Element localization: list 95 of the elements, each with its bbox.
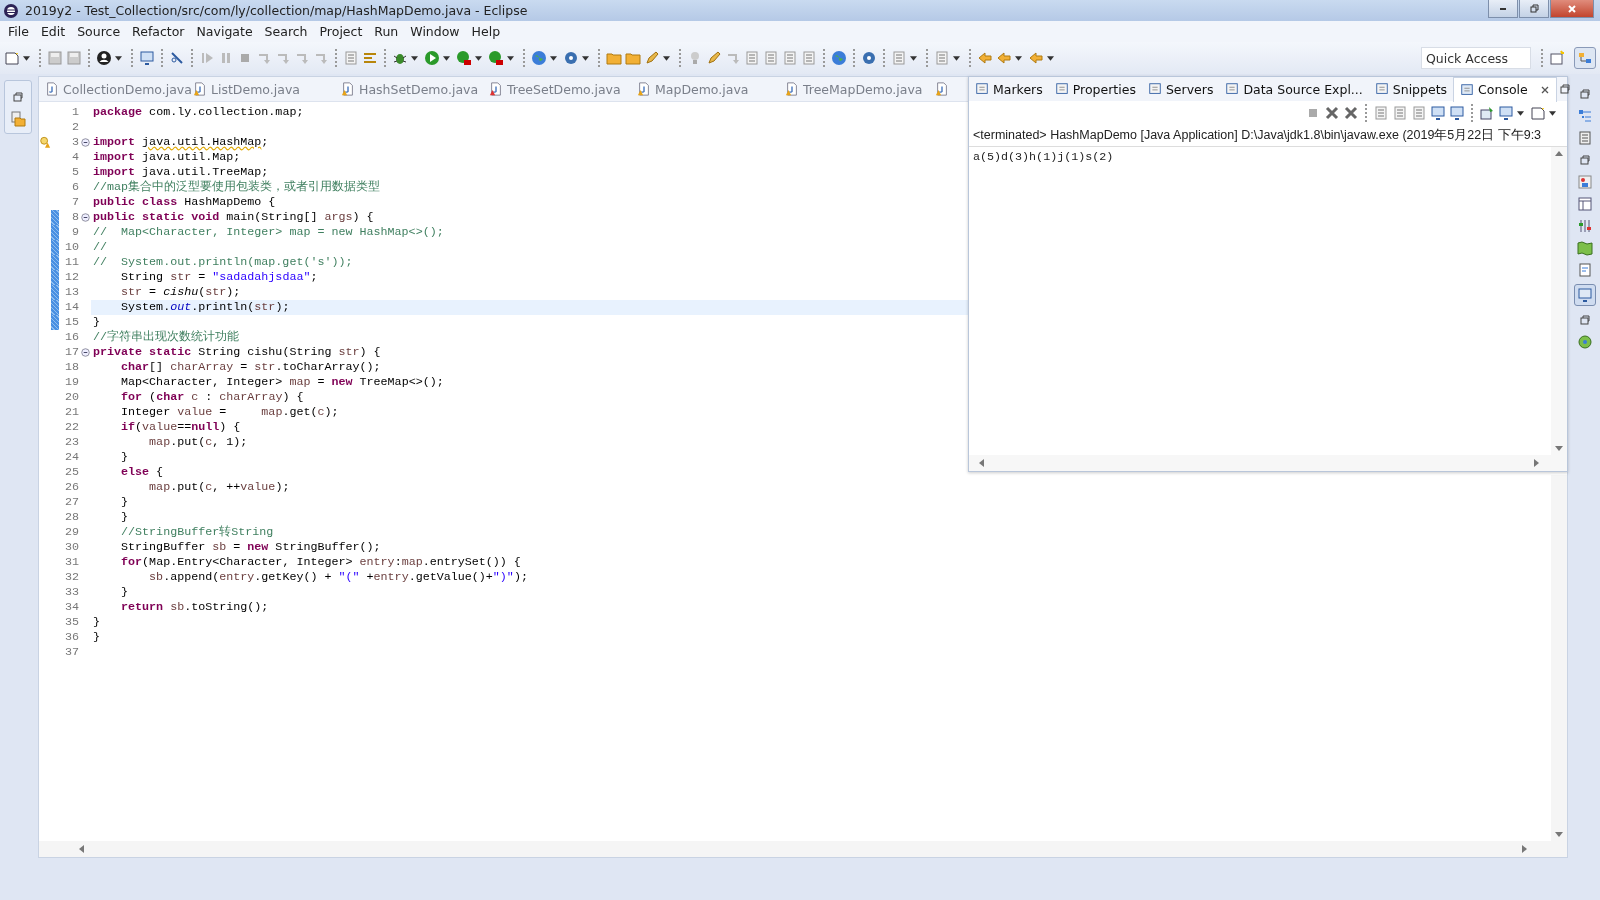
code-line: } (120, 585, 129, 600)
code-line: //StringBuffer转String (120, 525, 274, 540)
line-number: 16 (63, 330, 79, 345)
code-line: //map集合中的泛型要使用包装类，或者引用数据类型 (92, 180, 381, 195)
line-number: 7 (71, 195, 79, 210)
editor-tab[interactable]: HashSetDemo.java (335, 77, 483, 101)
menu-item[interactable]: Project (315, 24, 371, 39)
code-line: StringBuffer sb = new StringBuffer(); (120, 540, 381, 555)
line-number: 4 (71, 150, 79, 165)
line-number: 25 (63, 465, 79, 480)
line-number: 8 (71, 210, 79, 225)
line-number: 27 (63, 495, 79, 510)
code-line: Map<Character, Integer> map = new TreeMap<>(); (120, 375, 444, 390)
line-number: 29 (63, 525, 79, 540)
view-tab[interactable]: Console (1453, 76, 1557, 102)
line-number: 10 (63, 240, 79, 255)
view-tab[interactable]: Snippets (1368, 77, 1454, 101)
code-line: } (120, 495, 129, 510)
code-line: public static void main(String[] args) { (92, 210, 374, 225)
line-number: 6 (71, 180, 79, 195)
line-number: 23 (63, 435, 79, 450)
view-tab[interactable]: Markers (969, 77, 1049, 101)
line-number: 15 (63, 315, 79, 330)
code-line: sb.append(entry.getKey() + "(" +entry.getValue()+")"); (148, 570, 528, 585)
menu-item[interactable]: Refactor (128, 24, 193, 39)
line-number: 2 (71, 120, 79, 135)
line-number: 3 (71, 135, 79, 150)
line-number: 28 (63, 510, 79, 525)
line-number: 33 (63, 585, 79, 600)
console-output: a(5)d(3)h(1)j(1)s(2) (972, 149, 1115, 166)
line-number: 26 (63, 480, 79, 495)
code-line: // Map<Character, Integer> map = new HashMap<>(); (92, 225, 444, 240)
line-number: 30 (63, 540, 79, 555)
line-number: 35 (63, 615, 79, 630)
console-header: <terminated> HashMapDemo [Java Application] D:\Java\jdk1.8\bin\javaw.exe (2019年5月22日 下午9:3 (969, 125, 1567, 147)
code-line: } (120, 450, 129, 465)
editor-tab[interactable]: MapDemo.java (631, 77, 779, 101)
code-line: str = cishu(str); (120, 285, 241, 300)
code-line: else { (120, 465, 164, 480)
code-line: import java.util.HashMap; (92, 135, 269, 150)
line-number: 19 (63, 375, 79, 390)
line-number: 17 (63, 345, 79, 360)
line-number: 31 (63, 555, 79, 570)
code-line: map.put(c, 1); (148, 435, 248, 450)
code-line: char[] charArray = str.toCharArray(); (120, 360, 381, 375)
line-number: 22 (63, 420, 79, 435)
line-number: 21 (63, 405, 79, 420)
view-tab[interactable]: Data Source Expl... (1219, 77, 1369, 101)
menu-item[interactable]: Run (370, 24, 407, 39)
menu-item[interactable]: Window (406, 24, 468, 39)
menu-item[interactable]: Help (467, 24, 509, 39)
quick-access-field[interactable]: Quick Access (1421, 47, 1531, 69)
code-line: import java.util.Map; (92, 150, 241, 165)
line-number: 13 (63, 285, 79, 300)
code-line: //字符串出现次数统计功能 (92, 330, 240, 345)
code-line: } (92, 315, 100, 330)
line-number: 18 (63, 360, 79, 375)
code-line: for(Map.Entry<Character, Integer> entry:map.entrySet()) { (120, 555, 521, 570)
code-line: public class HashMapDemo { (92, 195, 276, 210)
code-line: } (120, 510, 129, 525)
line-number: 12 (63, 270, 79, 285)
code-line: // System.out.println(map.get('s')); (92, 255, 353, 270)
menu-item[interactable]: Navigate (192, 24, 261, 39)
editor-tab[interactable]: TreeSetDemo.java (483, 77, 631, 101)
code-line: return sb.toString(); (120, 600, 269, 615)
editor-tab[interactable]: TreeMapDemo.java (779, 77, 927, 101)
menu-item[interactable]: File (4, 24, 37, 39)
menu-item[interactable]: Source (73, 24, 129, 39)
code-line: private static String cishu(String str) { (92, 345, 381, 360)
line-number: 11 (63, 255, 79, 270)
line-number: 20 (63, 390, 79, 405)
code-line: map.put(c, ++value); (148, 480, 290, 495)
line-number: 36 (63, 630, 79, 645)
code-line: Integer value = map.get(c); (120, 405, 339, 420)
code-line: String str = "sadadahjsdaa"; (120, 270, 318, 285)
view-tab[interactable]: Servers (1141, 77, 1220, 101)
code-line: // (92, 240, 108, 255)
code-line: if(value==null) { (120, 420, 241, 435)
line-number: 1 (71, 105, 79, 120)
menu-item[interactable]: Search (260, 24, 316, 39)
code-line: for (char c : charArray) { (120, 390, 304, 405)
code-line: } (92, 615, 100, 630)
line-number: 14 (63, 300, 79, 315)
view-tab[interactable]: Properties (1048, 77, 1142, 101)
menu-item[interactable]: Edit (36, 24, 74, 39)
window-title: 2019y2 - Test_Collection/src/com/ly/collection/map/HashMapDemo.java - Eclipse (25, 3, 529, 18)
line-number: 9 (71, 225, 79, 240)
code-line: } (92, 630, 100, 645)
line-number: 34 (63, 600, 79, 615)
line-number: 32 (63, 570, 79, 585)
code-line: import java.util.TreeMap; (92, 165, 269, 180)
code-line: package com.ly.collection.map; (92, 105, 304, 120)
line-number: 37 (63, 645, 79, 660)
line-number: 5 (71, 165, 79, 180)
line-number: 24 (63, 450, 79, 465)
